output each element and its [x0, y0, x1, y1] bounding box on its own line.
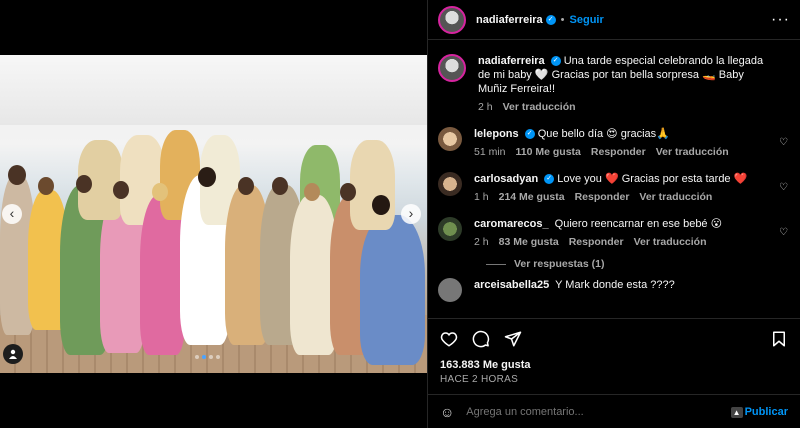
reply-button[interactable]: Responder: [569, 235, 624, 249]
comment-text: Que bello día 😍 gracias🙏: [537, 128, 670, 140]
post-photo[interactable]: ‹ ›: [0, 55, 427, 373]
comment-row: carlosadyan ✓ Love you ❤️ Gracias por est…: [438, 172, 788, 204]
post-actions: 163.883 Me gusta HACE 2 HORAS: [428, 318, 800, 393]
comment-avatar[interactable]: [438, 217, 462, 241]
comment-row: lelepons ✓ Que bello día 😍 gracias🙏 51 mi…: [438, 127, 788, 159]
reply-button[interactable]: Responder: [575, 190, 630, 204]
publish-button[interactable]: ▲ Publicar: [730, 405, 788, 418]
like-comment-heart-icon[interactable]: ♡: [779, 182, 788, 193]
comment-composer: ☺ ▲Publicar: [428, 394, 800, 428]
photo-awning: [0, 55, 427, 125]
caption-avatar[interactable]: [438, 54, 466, 82]
comment-age[interactable]: 51 min: [474, 145, 506, 159]
carousel-dot: [195, 355, 199, 359]
caption: nadiaferreira ✓ Una tarde especial celebr…: [438, 54, 788, 114]
like-comment-heart-icon[interactable]: ♡: [779, 137, 788, 148]
comment-row: caromarecos_ Quiero reencarnar en ese be…: [438, 217, 788, 249]
comment-username[interactable]: lelepons: [474, 128, 519, 140]
comment-age[interactable]: 1 h: [474, 190, 489, 204]
comment-age[interactable]: 2 h: [474, 235, 489, 249]
comment-username[interactable]: carlosadyan: [474, 173, 538, 185]
like-count[interactable]: 163.883 Me gusta: [440, 359, 788, 371]
comments-list: nadiaferreira ✓ Una tarde especial celebr…: [428, 44, 800, 314]
caption-translate-link[interactable]: Ver traducción: [503, 100, 576, 114]
tagged-users-button[interactable]: [3, 344, 23, 364]
comment-avatar[interactable]: [438, 172, 462, 196]
verified-icon: ✓: [544, 174, 555, 185]
heart-icon[interactable]: [440, 330, 458, 348]
verified-icon: ✓: [550, 56, 561, 67]
comment-username[interactable]: arceisabella25: [474, 279, 549, 291]
post-username[interactable]: nadiaferreira: [476, 14, 543, 26]
comment-likes[interactable]: 214 Me gusta: [499, 190, 565, 204]
comment-text: Y Mark donde esta ????: [555, 279, 675, 291]
comment-text: Love you ❤️ Gracias por esta tarde ❤️: [557, 173, 748, 185]
replies-line: [486, 263, 506, 265]
verified-icon: ✓: [524, 129, 535, 140]
more-options-icon[interactable]: ···: [771, 11, 790, 29]
carousel-dot: [216, 355, 220, 359]
translate-link[interactable]: Ver traducción: [639, 190, 712, 204]
comment-avatar[interactable]: [438, 127, 462, 151]
carousel-dot: [202, 355, 206, 359]
view-replies-label: Ver respuestas (1): [514, 258, 605, 270]
comment-row-partial: arceisabella25 Y Mark donde esta ????: [438, 278, 788, 302]
carousel-dots: [195, 355, 220, 359]
reply-button[interactable]: Responder: [591, 145, 646, 159]
comment-icon[interactable]: [472, 330, 490, 348]
carousel-prev-button[interactable]: ‹: [2, 204, 22, 224]
translate-link[interactable]: Ver traducción: [634, 235, 707, 249]
publish-label: Publicar: [744, 405, 788, 418]
comment-likes[interactable]: 110 Me gusta: [516, 145, 581, 159]
bookmark-icon[interactable]: [770, 330, 788, 348]
carousel-next-button[interactable]: ›: [401, 204, 421, 224]
caption-username[interactable]: nadiaferreira: [478, 55, 545, 67]
comment-input[interactable]: [466, 405, 731, 418]
carousel-dot: [209, 355, 213, 359]
like-comment-heart-icon[interactable]: ♡: [779, 227, 788, 238]
comment-avatar[interactable]: [438, 278, 462, 302]
comment-likes[interactable]: 83 Me gusta: [499, 235, 559, 249]
avatar[interactable]: [438, 5, 466, 34]
user-icon: [9, 349, 17, 359]
post-time[interactable]: HACE 2 HORAS: [440, 374, 788, 385]
comment-text: Quiero reencarnar en ese bebé 😮: [554, 218, 723, 230]
share-icon[interactable]: [504, 330, 522, 348]
post-header: nadiaferreira ✓ • Seguir ···: [428, 0, 800, 40]
translate-link[interactable]: Ver traducción: [656, 145, 729, 159]
keyboard-badge-icon: ▲: [730, 406, 743, 418]
separator-dot: •: [560, 13, 565, 26]
emoji-icon[interactable]: ☺: [440, 404, 454, 420]
verified-icon: ✓: [545, 14, 556, 25]
caption-age[interactable]: 2 h: [478, 100, 493, 114]
view-replies-button[interactable]: Ver respuestas (1): [486, 258, 788, 270]
post-side-panel: nadiaferreira ✓ • Seguir ··· nadiaferrei…: [427, 0, 800, 428]
follow-button[interactable]: Seguir: [570, 14, 604, 26]
comment-username[interactable]: caromarecos_: [474, 218, 549, 230]
